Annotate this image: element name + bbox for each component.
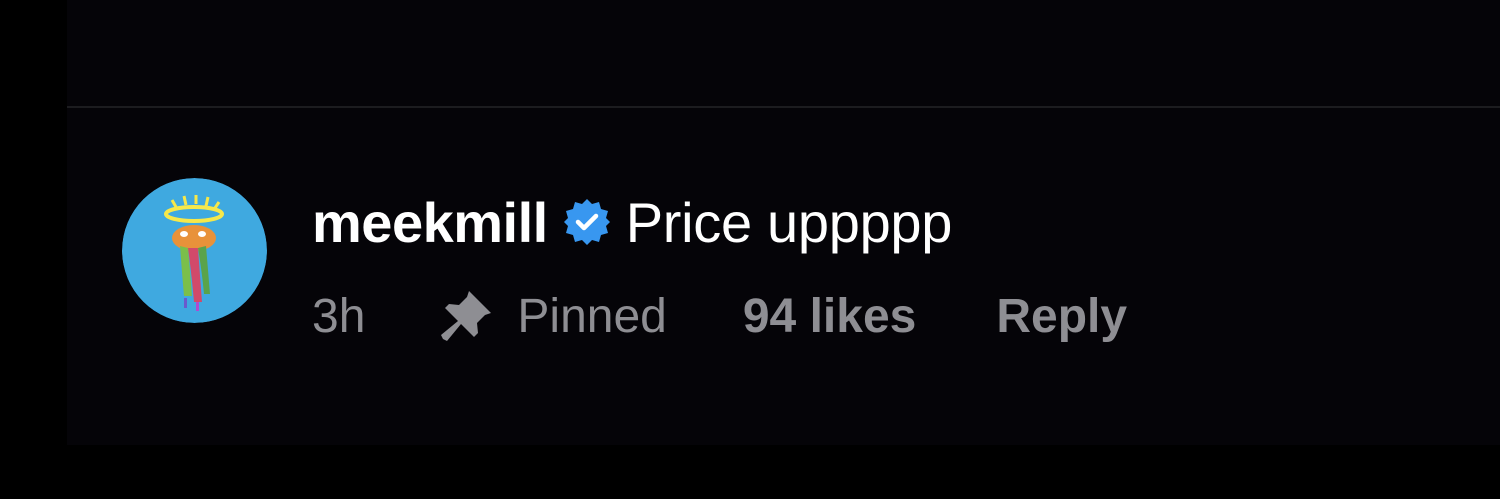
username[interactable]: meekmill bbox=[312, 190, 548, 255]
comment-screen: meekmill Price uppppp 3h Pinned 94 likes… bbox=[0, 0, 1500, 499]
verified-badge-icon bbox=[562, 197, 612, 247]
comment-line: meekmill Price uppppp bbox=[312, 190, 953, 255]
likes-count[interactable]: 94 likes bbox=[743, 289, 916, 344]
pushpin-icon bbox=[435, 285, 497, 347]
reply-button[interactable]: Reply bbox=[996, 289, 1127, 344]
avatar[interactable] bbox=[122, 178, 267, 323]
timestamp: 3h bbox=[312, 289, 366, 343]
avatar-image bbox=[122, 178, 267, 323]
comment-item: meekmill Price uppppp 3h Pinned 94 likes… bbox=[122, 178, 1322, 348]
pinned-label: Pinned bbox=[517, 289, 667, 343]
divider bbox=[67, 106, 1500, 108]
comment-text: Price uppppp bbox=[625, 190, 953, 254]
comment-meta: 3h Pinned 94 likes Reply bbox=[312, 288, 1127, 344]
